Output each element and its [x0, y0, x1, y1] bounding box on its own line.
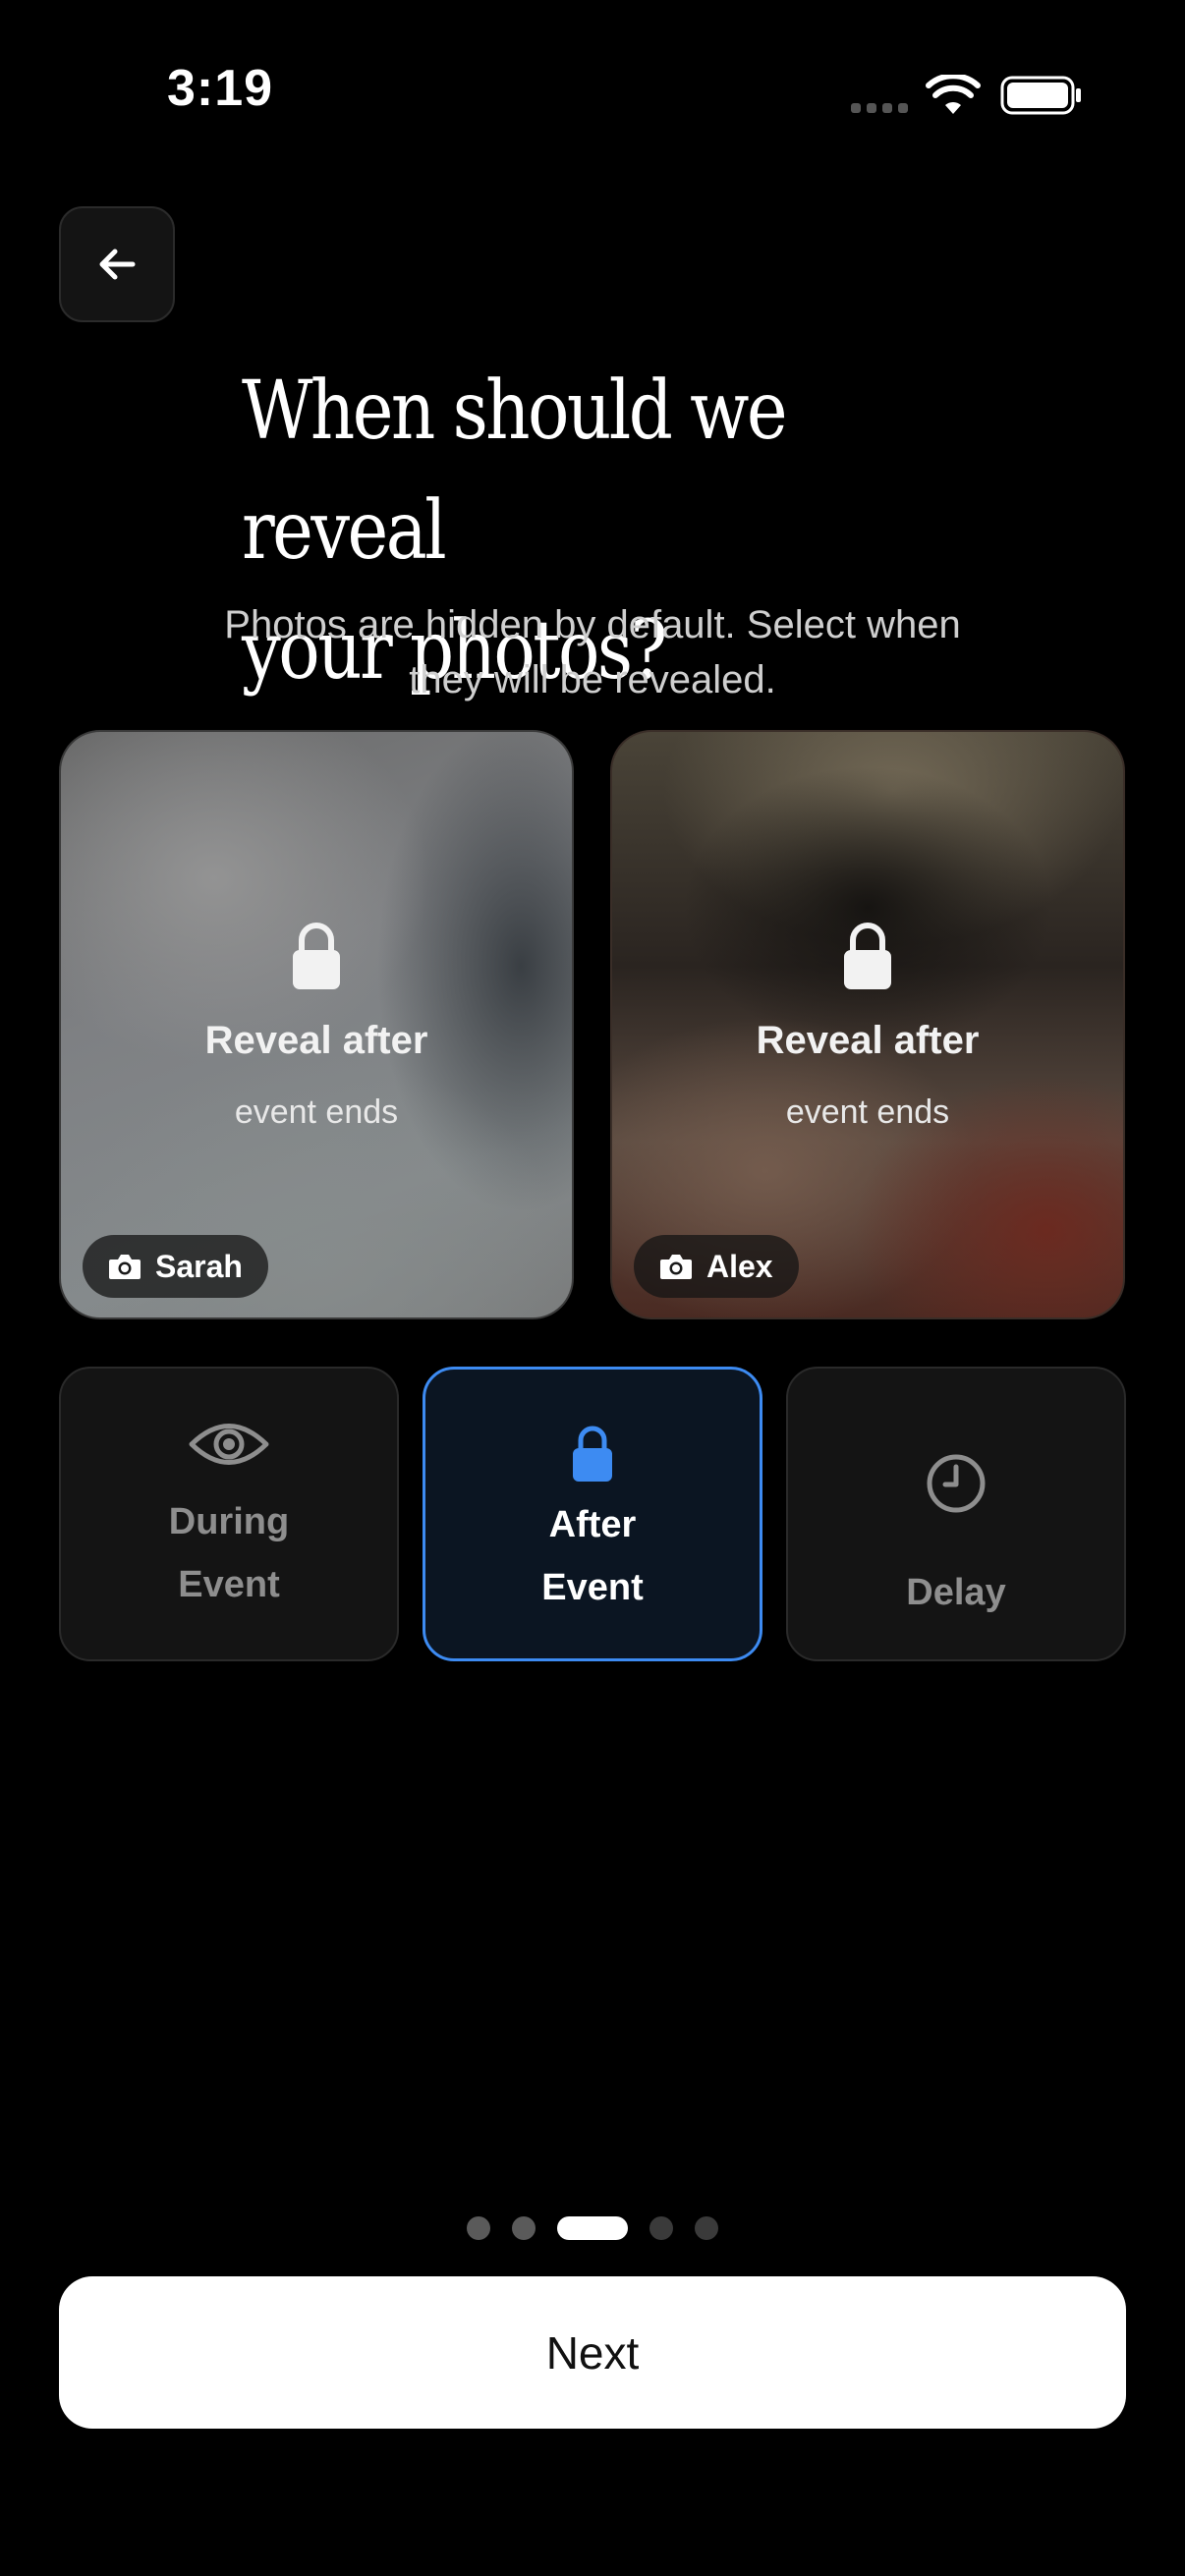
page-dot-active	[557, 2216, 628, 2240]
eye-icon	[189, 1424, 269, 1465]
lock-icon	[573, 1426, 612, 1482]
page-subtitle: Photos are hidden by default. Select whe…	[118, 597, 1067, 707]
camera-icon	[109, 1255, 141, 1279]
battery-icon	[1000, 76, 1081, 115]
option-label-line-1: After	[548, 1504, 637, 1545]
photographer-name: Alex	[706, 1248, 773, 1284]
page-dot	[467, 2216, 490, 2240]
photographer-badge: Alex	[634, 1235, 799, 1298]
camera-icon	[660, 1255, 692, 1279]
page-dot	[649, 2216, 673, 2240]
page-dot	[512, 2216, 536, 2240]
back-button[interactable]	[59, 206, 175, 322]
lock-icon	[844, 923, 891, 989]
card-title: Reveal after	[204, 1019, 428, 1062]
subtitle-line-2: they will be revealed.	[409, 658, 776, 701]
arrow-left-icon	[99, 249, 136, 280]
option-label-line-2: Event	[541, 1567, 644, 1608]
preview-card-alex: Reveal after event ends Alex	[610, 730, 1125, 1319]
option-after-event[interactable]: After Event	[423, 1367, 762, 1661]
photographer-name: Sarah	[155, 1248, 243, 1284]
card-subtitle: event ends	[234, 1093, 399, 1131]
subtitle-line-1: Photos are hidden by default. Select whe…	[224, 603, 961, 646]
page-dot	[695, 2216, 718, 2240]
status-bar-time: 3:19	[167, 60, 274, 117]
preview-card-sarah: Reveal after event ends Sarah	[59, 730, 574, 1319]
option-delay[interactable]: Delay	[786, 1367, 1126, 1661]
page-indicator	[0, 2216, 1185, 2240]
page-title-line-1: When should we reveal	[242, 364, 788, 578]
option-label: Delay	[788, 1561, 1124, 1624]
card-title: Reveal after	[756, 1019, 980, 1062]
next-button[interactable]: Next	[59, 2276, 1126, 2429]
wifi-icon	[926, 75, 981, 114]
option-label-line-1: Delay	[906, 1572, 1006, 1613]
option-label: During Event	[61, 1490, 397, 1616]
option-label-line-1: During	[168, 1501, 290, 1542]
lock-icon	[293, 923, 340, 989]
option-label-line-2: Event	[178, 1564, 280, 1605]
photographer-badge: Sarah	[83, 1235, 268, 1298]
option-during-event[interactable]: During Event	[59, 1367, 399, 1661]
clock-icon	[927, 1454, 986, 1513]
card-subtitle: event ends	[785, 1093, 950, 1131]
cellular-signal-icon	[851, 103, 908, 113]
option-label: After Event	[425, 1493, 760, 1619]
